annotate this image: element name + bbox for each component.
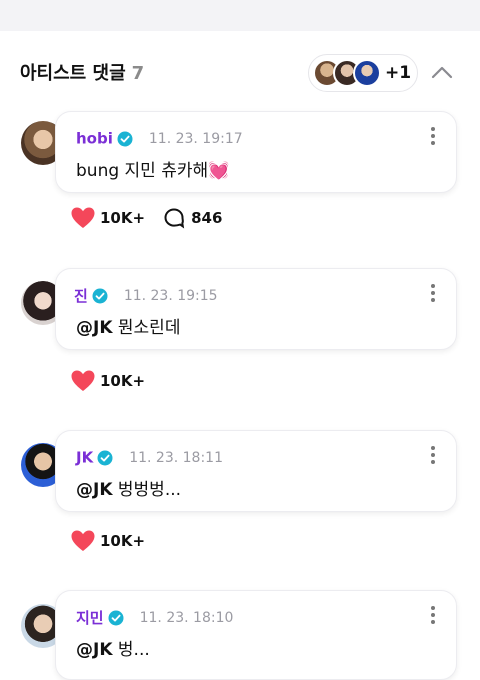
comment-actions: 10K+ [70, 529, 163, 557]
comment-actions: 10K+ [70, 369, 163, 397]
like-count: 10K+ [100, 209, 146, 227]
comment-bubble: 지민 11. 23. 18:10 @JK 벙... [55, 590, 457, 680]
heart-icon[interactable] [70, 206, 96, 230]
comment-bubble: JK 11. 23. 18:11 @JK 벙벙벙... [55, 430, 457, 512]
comment-body: 벙벙벙... [112, 480, 182, 500]
mention[interactable]: @JK [76, 640, 113, 660]
verified-badge-icon [117, 131, 133, 146]
comment-text: @JK 벙벙벙... [76, 475, 181, 500]
comment-text: @JK 뭔소린데 [76, 313, 180, 338]
more-avatars-count: +1 [385, 63, 412, 83]
author-name[interactable]: JK [76, 449, 93, 467]
verified-badge-icon [97, 450, 113, 465]
top-divider-band [0, 0, 480, 31]
heart-icon[interactable] [70, 529, 96, 553]
comment-body: 벙... [112, 640, 150, 660]
comment-time: 11. 23. 18:11 [129, 449, 223, 466]
mention[interactable]: @JK [76, 318, 113, 338]
more-options-icon[interactable] [430, 605, 436, 625]
section-title: 아티스트 댓글 7 [20, 59, 144, 85]
comment-bubble: hobi 11. 23. 19:17 bung 지민 츄카해💓 [55, 111, 457, 193]
comment-body: 뭔소린데 [112, 318, 181, 338]
chevron-up-icon[interactable] [428, 59, 456, 87]
mention[interactable]: @JK [76, 480, 113, 500]
heart-icon[interactable] [70, 369, 96, 393]
more-options-icon[interactable] [430, 445, 436, 465]
verified-badge-icon [92, 288, 108, 303]
author-name[interactable]: hobi [76, 130, 113, 148]
more-options-icon[interactable] [430, 126, 436, 146]
comment-time: 11. 23. 19:15 [123, 287, 218, 304]
avatar [353, 59, 381, 87]
comment-text: @JK 벙... [76, 635, 150, 660]
author-name[interactable]: 진 [74, 287, 88, 305]
comment-text: bung 지민 츄카해💓 [76, 156, 229, 181]
reply-bubble-icon[interactable] [163, 207, 185, 229]
like-count: 10K+ [100, 532, 146, 550]
reply-count: 846 [191, 209, 223, 227]
comment-time: 11. 23. 19:17 [148, 130, 243, 147]
comment-body: bung 지민 츄카해💓 [76, 161, 230, 181]
verified-badge-icon [108, 610, 124, 625]
section-title-label: 아티스트 댓글 [20, 63, 126, 84]
like-count: 10K+ [100, 372, 146, 390]
more-options-icon[interactable] [430, 283, 436, 303]
comment-bubble: 진 11. 23. 19:15 @JK 뭔소린데 [55, 268, 457, 350]
comment-time: 11. 23. 18:10 [139, 609, 234, 626]
artist-comments-header: 아티스트 댓글 7 +1 [0, 31, 480, 111]
artist-avatar-group[interactable]: +1 [308, 54, 418, 92]
author-name[interactable]: 지민 [76, 609, 104, 627]
comment-count: 7 [131, 63, 145, 84]
comment-actions: 10K+ 846 [70, 206, 222, 234]
